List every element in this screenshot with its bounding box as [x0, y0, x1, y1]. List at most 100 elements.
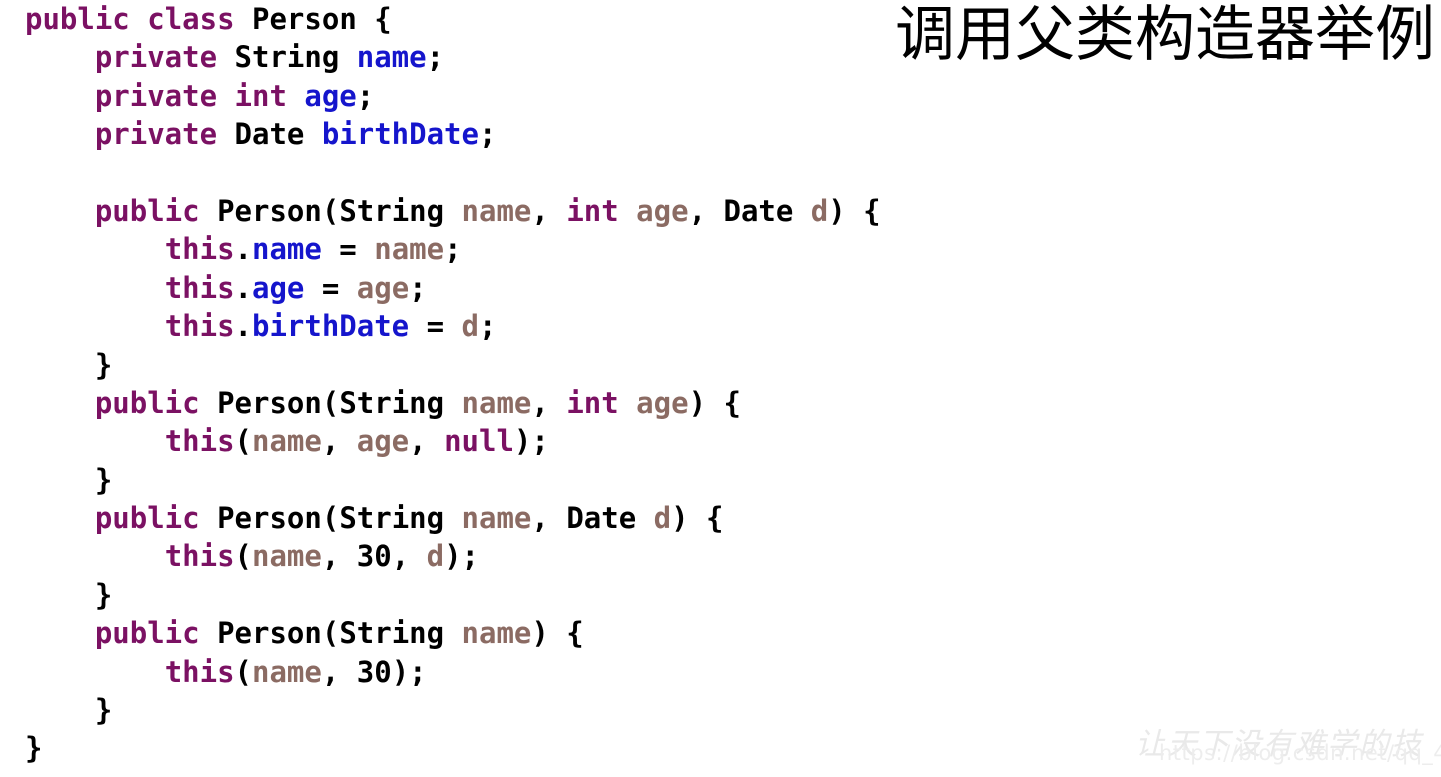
code-token-type: String — [234, 40, 340, 75]
code-line: this(name, age, null); — [25, 422, 881, 460]
code-token-par: name — [374, 232, 445, 267]
code-token-pun: ) { — [531, 616, 584, 651]
code-token-pun — [217, 117, 234, 151]
code-token-kw: this — [164, 232, 235, 267]
code-token-pun — [619, 386, 636, 420]
code-token-num: 30 — [356, 654, 392, 689]
code-token-par: age — [356, 270, 410, 305]
code-token-kw: this — [164, 270, 235, 305]
code-token-pun: { — [356, 2, 392, 36]
code-token-pun: ( — [234, 424, 252, 459]
code-token-pun — [339, 40, 356, 74]
code-token-par: d — [461, 309, 479, 344]
code-line: public Person(String name, Date d) { — [25, 499, 881, 537]
code-token-par: name — [461, 385, 532, 420]
code-token-kw: private — [94, 117, 218, 152]
code-token-par: d — [810, 193, 829, 228]
code-token-fld: age — [304, 78, 357, 113]
code-token-pun: , — [409, 424, 445, 459]
code-token-pun: ; — [444, 232, 462, 267]
code-token-kw: public — [94, 616, 200, 651]
code-token-pun: . — [234, 270, 252, 305]
code-token-kw: int — [566, 193, 619, 228]
code-token-type: String — [339, 616, 445, 651]
code-token-pun: ; — [409, 270, 427, 305]
code-token-pun: , — [321, 424, 357, 459]
code-line: } — [25, 461, 881, 499]
code-token-pun: ; — [478, 117, 497, 152]
code-token-pun: , — [688, 193, 724, 228]
code-line: public Person(String name, int age) { — [25, 384, 881, 422]
code-token-pun — [793, 194, 810, 228]
code-token-par: name — [461, 616, 532, 651]
code-token-par: d — [653, 501, 672, 536]
code-token-par: name — [461, 501, 532, 536]
code-token-type: Date — [234, 117, 305, 152]
code-token-kw: private — [94, 78, 218, 113]
code-token-pun: = — [321, 232, 375, 267]
slide-canvas: 调用父类构造器举例 public class Person { private … — [0, 0, 1441, 777]
code-token-kw: null — [444, 424, 514, 459]
page-title: 调用父类构造器举例 — [895, 0, 1435, 70]
code-token-kw: this — [164, 539, 235, 574]
code-token-type: Person — [217, 385, 322, 420]
code-token-pun: ( — [234, 539, 252, 574]
code-token-pun: ); — [444, 539, 479, 574]
code-token-pun: . — [234, 232, 252, 267]
code-token-par: name — [461, 193, 532, 228]
code-token-pun — [619, 194, 636, 228]
code-line: private int age; — [25, 77, 881, 115]
code-token-pun: , — [531, 193, 567, 228]
code-line: private Date birthDate; — [25, 115, 881, 153]
code-token-pun — [287, 79, 304, 113]
code-token-pun: ( — [321, 193, 340, 228]
code-token-pun: = — [304, 270, 357, 305]
watermark: 让天下没有难学的技 https://blog.csdn.net/qq_42083… — [1127, 717, 1441, 775]
code-token-pun — [444, 616, 461, 650]
code-token-kw: this — [164, 309, 235, 344]
code-line: this(name, 30, d); — [25, 537, 881, 575]
code-token-par: name — [252, 654, 322, 689]
code-token-pun: } — [94, 577, 113, 612]
code-token-par: age — [636, 193, 689, 228]
code-token-num: 30 — [356, 539, 392, 574]
code-token-fld: birthDate — [252, 309, 410, 344]
code-token-fld: name — [356, 40, 427, 75]
code-token-type: Person — [217, 501, 322, 536]
code-token-type: Person — [217, 616, 322, 651]
code-token-type: Person — [217, 193, 322, 228]
code-line: private String name; — [25, 38, 881, 76]
code-line: this.birthDate = d; — [25, 307, 881, 345]
watermark-calligraphy-text: 让天下没有难学的技 — [1135, 727, 1423, 762]
code-token-pun — [217, 79, 234, 113]
code-token-type: String — [339, 193, 445, 228]
code-token-pun: } — [94, 462, 113, 497]
code-token-pun — [200, 386, 217, 420]
watermark-url-text: https://blog.csdn.net/qq_42083278 — [1159, 741, 1441, 765]
code-token-pun: ( — [321, 616, 340, 651]
code-token-pun: ) { — [828, 193, 881, 228]
code-token-pun: , — [321, 539, 357, 574]
code-token-pun — [235, 2, 252, 36]
code-token-pun: ( — [234, 654, 252, 689]
code-token-pun: ) { — [688, 385, 741, 420]
code-token-type: String — [339, 385, 445, 420]
code-token-pun — [444, 501, 461, 535]
code-token-fld: age — [252, 270, 305, 305]
code-token-kw: public — [94, 193, 200, 228]
code-token-kw: this — [164, 654, 235, 689]
code-token-type: Date — [566, 501, 637, 536]
code-token-type: String — [339, 501, 445, 536]
code-token-pun: , — [391, 539, 427, 574]
